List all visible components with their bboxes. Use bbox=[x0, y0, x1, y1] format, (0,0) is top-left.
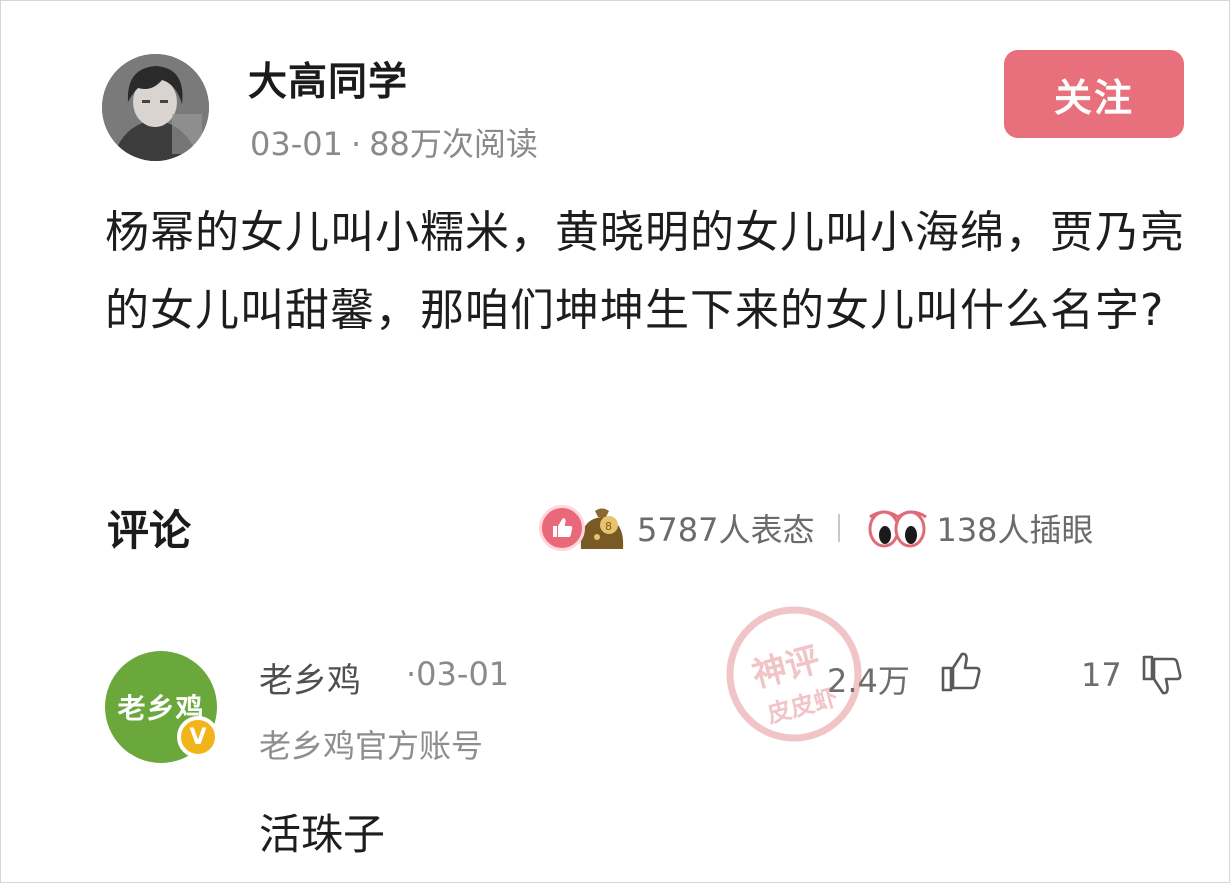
thumbs-up-icon[interactable] bbox=[936, 646, 986, 696]
follow-button[interactable]: 关注 bbox=[1004, 50, 1184, 138]
comment-text: 活珠子 bbox=[259, 810, 386, 859]
author-avatar[interactable] bbox=[102, 54, 209, 161]
author-name[interactable]: 大高同学 bbox=[248, 51, 408, 107]
svg-text:8: 8 bbox=[605, 520, 612, 533]
view-count: 88万次阅读 bbox=[369, 125, 538, 163]
avatar-illustration bbox=[102, 54, 209, 161]
comments-title: 评论 bbox=[107, 506, 192, 555]
watermark-line1: 神评 bbox=[748, 640, 824, 696]
meta-separator: · bbox=[350, 125, 362, 163]
comment-date-value: 03-01 bbox=[416, 655, 510, 693]
post-body-text: 杨幂的女儿叫小糯米，黄晓明的女儿叫小海绵，贾乃亮的女儿叫甜馨，那咱们坤坤生下来的… bbox=[105, 207, 1185, 336]
commenter-name[interactable]: 老乡鸡 bbox=[259, 653, 361, 702]
thumbs-up-reaction-icon bbox=[539, 505, 585, 551]
peeking-eyes-icon bbox=[866, 505, 928, 551]
verified-badge-icon: V bbox=[177, 716, 219, 758]
post-date: 03-01 bbox=[250, 125, 343, 163]
comment-like-count: 2.4万 bbox=[827, 662, 910, 700]
reaction-bar[interactable]: 8 5787人表态 138人插眼 bbox=[539, 501, 1094, 555]
bar-divider bbox=[838, 514, 841, 542]
comment-date: ·03-01 bbox=[406, 655, 510, 693]
reaction-count: 5787人表态 bbox=[637, 511, 815, 549]
post-meta: 03-01 · 88万次阅读 bbox=[250, 119, 538, 165]
comment-dislike-count: 17 bbox=[1081, 656, 1122, 694]
thumbs-down-icon[interactable] bbox=[1137, 651, 1187, 701]
post-page: 大高同学 03-01 · 88万次阅读 关注 杨幂的女儿叫小糯米，黄晓明的女儿叫小海… bbox=[0, 0, 1230, 883]
commenter-description: 老乡鸡官方账号 bbox=[259, 727, 484, 765]
peek-count: 138人插眼 bbox=[936, 511, 1094, 549]
